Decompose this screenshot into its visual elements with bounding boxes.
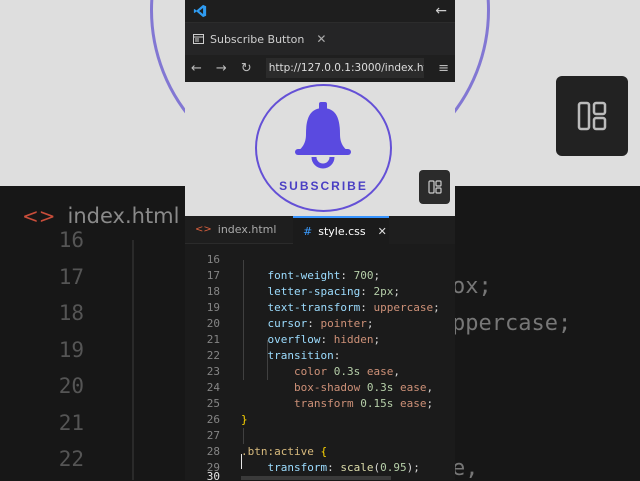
back-arrow-icon[interactable]: ← — [435, 3, 447, 19]
code-line: 18 text-transform: uppercase; — [185, 268, 440, 314]
background-rule — [132, 240, 134, 480]
code-line: 19 cursor: pointer; — [185, 284, 374, 330]
horizontal-scrollbar[interactable] — [241, 476, 391, 480]
background-line-number: 21 — [58, 410, 84, 435]
code-line: 23 box-shadow 0.3s ease, — [185, 348, 433, 394]
url-field[interactable]: http://127.0.0.1:3000/index.html?s — [265, 58, 425, 78]
code-text: font-weight: 700; — [241, 269, 381, 282]
background-snippet: e, — [452, 456, 479, 481]
background-line-number: 18 — [58, 301, 84, 325]
browser-tab[interactable]: Subscribe Button ✕ — [185, 22, 455, 55]
code-text: } — [241, 413, 248, 426]
code-text: box-shadow 0.3s ease, — [241, 381, 434, 394]
background-line-number: 20 — [58, 374, 84, 398]
code-line: 20 overflow: hidden; — [185, 300, 380, 346]
code-text: text-transform: uppercase; — [241, 301, 440, 314]
code-line: 28 transform: scale(0.95); — [185, 428, 420, 474]
code-editor[interactable]: 16 font-weight: 700; 17 letter-spacing: … — [185, 244, 455, 480]
reload-icon[interactable]: ↻ — [241, 61, 252, 76]
browser-tab-icon — [193, 34, 204, 44]
code-line: 30 — [185, 453, 225, 480]
menu-icon[interactable]: ≡ — [438, 61, 449, 76]
text-cursor — [241, 454, 242, 469]
code-line: 26 — [185, 396, 225, 426]
subscribe-label: SUBSCRIBE — [279, 179, 368, 193]
background-tab-label: index.html — [67, 204, 180, 228]
layout-icon — [427, 180, 442, 194]
code-line: 27 .btn:active { — [185, 412, 327, 458]
background-line-number: 22 — [58, 447, 84, 471]
background-layout-icon — [556, 76, 628, 156]
code-text: transition: — [241, 349, 341, 362]
code-line: 17 letter-spacing: 2px; — [185, 252, 400, 298]
background-snippet: ppercase; — [452, 311, 572, 336]
editor-tabs: <> index.html # style.css ✕ — [185, 216, 455, 244]
editor-window: ← Subscribe Button ✕ ← → ↻ http://127.0.… — [185, 0, 455, 480]
background-line-number: 19 — [58, 337, 84, 362]
code-line: 21 transition: — [185, 316, 341, 362]
page-preview: SUBSCRIBE — [185, 82, 455, 216]
code-line: 25 } — [185, 380, 248, 426]
code-text: cursor: pointer; — [241, 317, 374, 330]
tab-label: style.css — [318, 224, 366, 238]
close-icon[interactable]: ✕ — [316, 32, 326, 46]
code-line: 16 font-weight: 700; — [185, 244, 380, 282]
tab-index-html[interactable]: <> index.html — [185, 216, 293, 244]
code-text: .btn:active { — [241, 445, 328, 458]
background-gutter: 16 17 18 19 20 21 22 — [44, 228, 84, 478]
bell-icon — [295, 102, 351, 169]
code-text: overflow: hidden; — [241, 333, 381, 346]
code-text: color 0.3s ease, — [241, 365, 400, 378]
tab-label: index.html — [217, 223, 277, 236]
html-file-icon: <> — [195, 224, 212, 235]
tab-style-css[interactable]: # style.css ✕ — [293, 216, 389, 244]
back-icon[interactable]: ← — [191, 61, 202, 76]
layout-toggle-button[interactable] — [419, 170, 450, 204]
line-number: 30 — [206, 470, 220, 480]
code-line: 24 transform 0.15s ease; — [185, 364, 433, 410]
code-line: 22 color 0.3s ease, — [185, 332, 400, 378]
indent-guide — [243, 428, 244, 444]
code-text: letter-spacing: 2px; — [241, 285, 400, 298]
background-line-number: 17 — [58, 264, 84, 289]
browser-tab-title: Subscribe Button — [210, 32, 305, 46]
code-text: transform: scale(0.95); — [241, 461, 420, 474]
vscode-logo-icon — [193, 4, 207, 18]
background-line-number: 16 — [58, 228, 84, 252]
code-text: transform 0.15s ease; — [241, 397, 434, 410]
navigation-bar: ← → ↻ http://127.0.0.1:3000/index.html?s… — [185, 55, 455, 81]
background-snippet: ox; — [452, 274, 492, 299]
title-bar: ← — [185, 0, 455, 22]
close-tab-icon[interactable]: ✕ — [378, 225, 387, 238]
forward-icon[interactable]: → — [216, 61, 227, 76]
css-file-icon: # — [303, 224, 313, 238]
